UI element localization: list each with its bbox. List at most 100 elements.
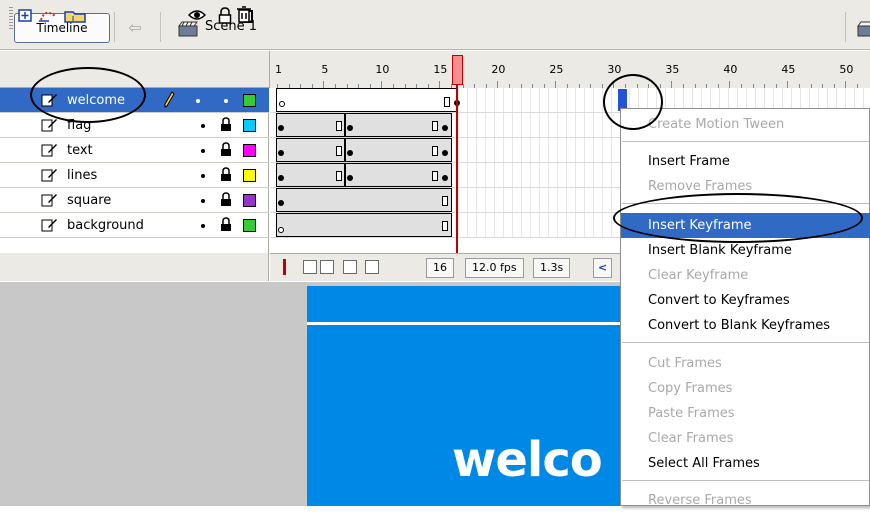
layer-color-swatch[interactable]	[243, 219, 256, 232]
frame-end-marker[interactable]	[336, 146, 342, 156]
visibility-dot[interactable]	[196, 99, 200, 103]
keyframe[interactable]	[278, 200, 284, 206]
menu-item-cut-frames[interactable]: Cut Frames	[621, 351, 870, 376]
visibility-dot[interactable]	[201, 199, 205, 203]
edit-multiple-frames-icon[interactable]	[343, 260, 357, 274]
blank-keyframe[interactable]	[279, 101, 285, 107]
keyframe[interactable]	[442, 175, 448, 181]
trash-icon[interactable]	[236, 5, 252, 26]
lock-icon[interactable]	[220, 217, 232, 235]
layer-icon	[40, 142, 58, 161]
ruler-number: 1	[275, 63, 282, 76]
frame-end-marker[interactable]	[432, 146, 438, 156]
center-frame-icon[interactable]	[283, 259, 286, 275]
layer-row[interactable]: background	[0, 213, 269, 238]
ruler-tick	[845, 81, 847, 88]
add-layer-icon[interactable]	[17, 6, 97, 27]
playhead[interactable]	[452, 55, 463, 85]
menu-item-select-all-frames[interactable]: Select All Frames	[621, 451, 870, 476]
frame-end-marker[interactable]	[442, 221, 448, 231]
lock-icon[interactable]	[220, 167, 232, 185]
layer-row[interactable]: text	[0, 138, 269, 163]
frame-end-marker[interactable]	[442, 196, 448, 206]
frame-span[interactable]	[276, 163, 345, 187]
blank-keyframe[interactable]	[278, 227, 284, 233]
stage-welcome-text[interactable]: welco	[452, 432, 603, 488]
lock-icon[interactable]	[220, 142, 232, 160]
menu-item-convert-to-keyframes[interactable]: Convert to Keyframes	[621, 288, 870, 313]
lock-dot[interactable]	[224, 99, 228, 103]
keyframe[interactable]	[278, 175, 284, 181]
layer-color-swatch[interactable]	[243, 94, 256, 107]
onion-skin-icon[interactable]	[303, 260, 317, 274]
menu-item-clear-frames[interactable]: Clear Frames	[621, 426, 870, 451]
panel-grip[interactable]	[9, 7, 13, 29]
keyframe[interactable]	[278, 150, 284, 156]
keyframe[interactable]	[347, 175, 353, 181]
keyframe[interactable]	[347, 125, 353, 131]
back-arrow-icon[interactable]: ⇦	[122, 18, 148, 38]
visibility-dot[interactable]	[201, 149, 205, 153]
frame-span[interactable]	[276, 88, 458, 112]
frame-end-marker[interactable]	[432, 171, 438, 181]
layer-color-swatch[interactable]	[243, 144, 256, 157]
visibility-dot[interactable]	[201, 174, 205, 178]
layer-color-swatch[interactable]	[243, 119, 256, 132]
layer-color-swatch[interactable]	[243, 194, 256, 207]
menu-item-convert-to-blank-keyframes[interactable]: Convert to Blank Keyframes	[621, 313, 870, 338]
frame-span[interactable]	[276, 113, 345, 137]
frame-end-marker[interactable]	[432, 121, 438, 131]
ruler-tick	[729, 81, 731, 88]
annotation-ellipse-welcome	[30, 67, 146, 123]
layer-name: square	[67, 193, 112, 208]
frame-end-marker[interactable]	[336, 121, 342, 131]
keyframe[interactable]	[442, 150, 448, 156]
layer-row[interactable]: lines	[0, 163, 269, 188]
lock-icon[interactable]	[220, 192, 232, 210]
frame-end-marker[interactable]	[336, 171, 342, 181]
ruler-number: 30	[607, 63, 622, 76]
layer-name: background	[67, 218, 144, 233]
playhead-line	[456, 84, 458, 254]
modify-onion-markers-icon[interactable]	[365, 260, 379, 274]
ruler-tick	[555, 81, 557, 88]
layer-row[interactable]: flag	[0, 113, 269, 138]
toolbar-divider	[845, 12, 846, 42]
ruler-number: 10	[375, 63, 390, 76]
menu-item-reverse-frames[interactable]: Reverse Frames	[621, 488, 870, 513]
menu-item-clear-keyframe[interactable]: Clear Keyframe	[621, 263, 870, 288]
keyframe[interactable]	[278, 125, 284, 131]
frame-span[interactable]	[276, 213, 452, 237]
current-frame-field: 16	[426, 258, 454, 278]
annotation-ellipse-frame	[603, 74, 663, 130]
layer-color-swatch[interactable]	[243, 169, 256, 182]
ruler-tick	[439, 81, 441, 88]
onion-skin-outlines-icon[interactable]	[320, 260, 334, 274]
menu-item-paste-frames[interactable]: Paste Frames	[621, 401, 870, 426]
frame-span[interactable]	[276, 188, 452, 212]
toolbar-divider	[160, 12, 161, 42]
layer-row[interactable]: square	[0, 188, 269, 213]
ruler-number: 20	[491, 63, 506, 76]
frame-rate-field: 12.0 fps	[465, 258, 524, 278]
layer-name: text	[67, 143, 93, 158]
lock-icon[interactable]	[220, 117, 232, 135]
frame-ruler[interactable]: 1 5 10 15 20 25 30 35 40 45 50	[269, 51, 870, 88]
frame-span[interactable]	[276, 138, 345, 162]
layer-icon	[40, 217, 58, 236]
lock-all-icon[interactable]	[218, 7, 232, 27]
keyframe[interactable]	[442, 125, 448, 131]
visibility-dot[interactable]	[201, 224, 205, 228]
edit-scene-icon[interactable]	[857, 21, 870, 40]
annotation-ellipse-insert-keyframe	[613, 193, 863, 243]
scroll-left-icon[interactable]: <	[593, 258, 613, 278]
ruler-tick	[787, 81, 789, 88]
menu-item-insert-frame[interactable]: Insert Frame	[621, 149, 870, 174]
ruler-tick	[497, 81, 499, 88]
frame-end-marker[interactable]	[444, 97, 450, 107]
menu-item-copy-frames[interactable]: Copy Frames	[621, 376, 870, 401]
show-hide-eye-icon[interactable]	[187, 9, 207, 24]
keyframe[interactable]	[347, 150, 353, 156]
toolbar-divider	[114, 12, 115, 42]
visibility-dot[interactable]	[201, 124, 205, 128]
